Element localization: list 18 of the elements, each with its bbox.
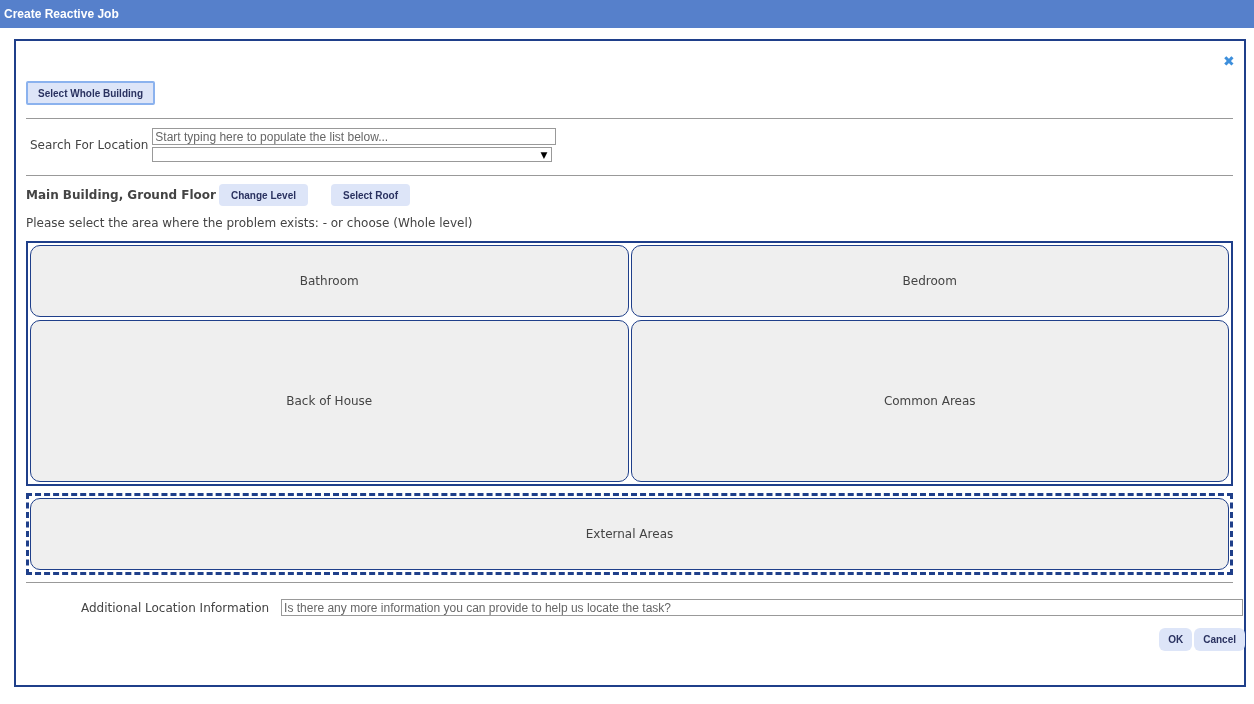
additional-info-label: Additional Location Information xyxy=(81,600,270,615)
search-field[interactable]: Start typing here to populate the list below... xyxy=(152,128,557,145)
dialog-button[interactable]: Cancel xyxy=(1194,628,1245,651)
search-label: Search For Location xyxy=(30,138,149,152)
location-dropdown[interactable]: ▼ xyxy=(152,147,553,162)
area-button[interactable]: Bathroom xyxy=(30,245,629,317)
area-button[interactable]: Back of House xyxy=(30,320,629,482)
level-button[interactable]: Change Level xyxy=(218,184,308,206)
select-whole-building-button[interactable]: Select Whole Building xyxy=(26,81,155,105)
dialog-button[interactable]: OK xyxy=(1159,628,1193,651)
instruction-text: Please select the area where the problem exists: - or choose (Whole level) xyxy=(26,216,474,230)
area-button[interactable]: Bedroom xyxy=(630,245,1229,317)
window-title: Create Reactive Job xyxy=(4,7,119,21)
area-button[interactable]: External Areas xyxy=(30,498,1229,570)
additional-info-field[interactable]: Is there any more information you can provide to help us locate the task? xyxy=(281,599,1243,616)
level-button[interactable]: Select Roof xyxy=(331,184,410,206)
area-button[interactable]: Common Areas xyxy=(630,320,1229,482)
level-name: Main Building, Ground Floor xyxy=(26,188,216,202)
